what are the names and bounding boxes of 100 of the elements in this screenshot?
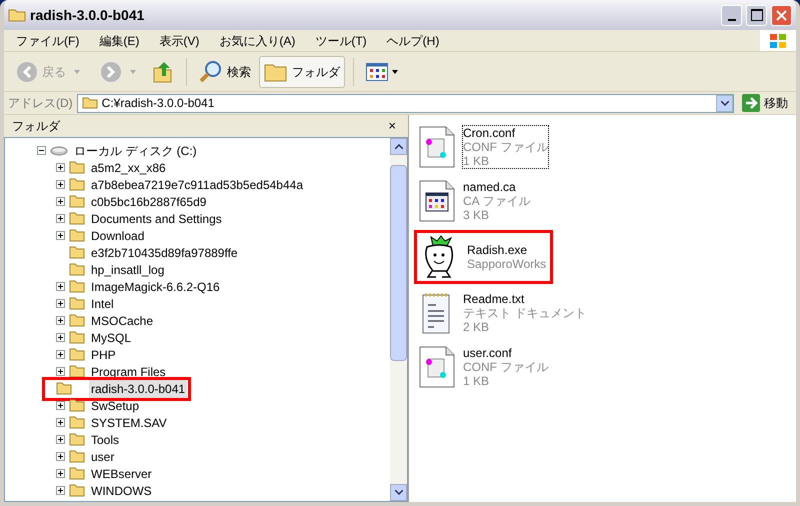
plus-icon bbox=[58, 165, 63, 170]
file-name[interactable]: user.conf bbox=[463, 346, 548, 360]
expand-button[interactable] bbox=[56, 180, 65, 189]
go-button[interactable]: 移動 bbox=[738, 94, 792, 112]
tree-item[interactable]: e3f2b710435d89fa97889ffe bbox=[89, 244, 240, 262]
file-size: 2 KB bbox=[463, 320, 490, 334]
tree-item[interactable]: Download bbox=[89, 226, 146, 244]
tree-item[interactable]: Documents and Settings bbox=[89, 210, 224, 228]
close-icon bbox=[776, 10, 787, 20]
scroll-thumb[interactable] bbox=[390, 165, 407, 361]
expand-button[interactable] bbox=[56, 299, 65, 308]
scroll-down-button[interactable] bbox=[390, 484, 407, 501]
expand-button[interactable] bbox=[56, 418, 65, 427]
file-name[interactable]: Radish.exe bbox=[467, 243, 546, 257]
folder-icon bbox=[69, 467, 85, 480]
plus-icon bbox=[58, 488, 63, 493]
tree-item[interactable]: Tools bbox=[89, 430, 122, 448]
file-name[interactable]: Readme.txt bbox=[463, 292, 586, 306]
tree-item[interactable]: user bbox=[89, 448, 116, 466]
chevron-up-icon bbox=[394, 144, 402, 149]
tree-item[interactable]: hp_insatll_log bbox=[89, 260, 166, 278]
expand-button[interactable] bbox=[56, 231, 65, 240]
search-button[interactable]: 検索 bbox=[195, 56, 255, 88]
plus-icon bbox=[58, 216, 63, 221]
menu-item[interactable]: ファイル(F) bbox=[12, 32, 84, 50]
expand-button[interactable] bbox=[56, 197, 65, 206]
folder-icon bbox=[8, 8, 26, 22]
tree-item[interactable]: ローカル ディスク (C:) bbox=[72, 142, 199, 160]
tree-item[interactable]: WINDOWS bbox=[89, 482, 154, 500]
expand-button[interactable] bbox=[56, 214, 65, 223]
plus-icon bbox=[58, 233, 63, 238]
file-type: SapporoWorks bbox=[467, 257, 546, 271]
tree-item[interactable]: MSOCache bbox=[89, 312, 156, 330]
expand-button[interactable] bbox=[56, 350, 65, 359]
collapse-button[interactable] bbox=[37, 146, 46, 155]
chevron-down-icon bbox=[720, 100, 728, 106]
expand-button[interactable] bbox=[56, 282, 65, 291]
folder-icon bbox=[69, 246, 85, 259]
expand-button[interactable] bbox=[56, 435, 65, 444]
expand-button[interactable] bbox=[56, 367, 65, 376]
magnifier-icon bbox=[199, 60, 223, 84]
folder-icon bbox=[69, 195, 85, 208]
address-field[interactable]: C:¥radish-3.0.0-b041 bbox=[76, 94, 734, 112]
menu-item[interactable]: ヘルプ(H) bbox=[382, 32, 444, 50]
plus-icon bbox=[58, 182, 63, 187]
tree-item[interactable]: SwSetup bbox=[89, 396, 142, 414]
folder-icon bbox=[82, 97, 98, 109]
plus-icon bbox=[58, 301, 63, 306]
maximize-button[interactable] bbox=[746, 4, 767, 26]
pane-title: フォルダ bbox=[12, 118, 60, 135]
folder-icon bbox=[69, 280, 85, 293]
file-size: 3 KB bbox=[463, 208, 490, 222]
plus-icon bbox=[58, 403, 63, 408]
tree-item[interactable]: WEBserver bbox=[89, 464, 154, 482]
minus-icon bbox=[39, 148, 44, 153]
expand-button[interactable] bbox=[56, 486, 65, 495]
expand-button[interactable] bbox=[56, 401, 65, 410]
folder-icon bbox=[69, 450, 85, 463]
file-name[interactable]: named.ca bbox=[463, 180, 530, 194]
folders-button[interactable]: フォルダ bbox=[259, 56, 345, 88]
dropdown-arrow-icon bbox=[130, 70, 136, 74]
tree-item[interactable]: radish-3.0.0-b041 bbox=[89, 380, 188, 398]
tree-item[interactable]: MySQL bbox=[89, 328, 134, 346]
plus-icon bbox=[58, 369, 63, 374]
tree-item[interactable]: a7b8ebea7219e7c911ad53b5ed54b44a bbox=[89, 176, 305, 194]
menu-item[interactable]: 編集(E) bbox=[95, 32, 144, 50]
folder-icon bbox=[69, 161, 85, 174]
window-title: radish-3.0.0-b041 bbox=[30, 6, 144, 24]
folder-icon bbox=[69, 229, 85, 242]
close-button[interactable]: × bbox=[384, 116, 400, 136]
expand-button[interactable] bbox=[56, 333, 65, 342]
expand-button[interactable] bbox=[56, 316, 65, 325]
menu-item[interactable]: お気に入り(A) bbox=[215, 32, 300, 50]
document-icon bbox=[417, 179, 457, 223]
expand-button[interactable] bbox=[56, 163, 65, 172]
dropdown-button[interactable] bbox=[716, 94, 733, 112]
file-size: 1 KB bbox=[463, 154, 490, 168]
tree-item[interactable]: ImageMagick-6.6.2-Q16 bbox=[89, 278, 222, 296]
folder-icon bbox=[69, 365, 85, 378]
address-label: アドレス(D) bbox=[8, 95, 73, 112]
file-type: テキスト ドキュメント bbox=[463, 306, 586, 320]
expand-button[interactable] bbox=[56, 452, 65, 461]
file-type: CA ファイル bbox=[463, 194, 530, 208]
minimize-button[interactable] bbox=[721, 4, 742, 26]
tree-item[interactable]: SYSTEM.SAV bbox=[89, 414, 169, 432]
file-name[interactable]: Cron.conf bbox=[463, 126, 548, 140]
scroll-up-button[interactable] bbox=[390, 138, 407, 155]
tree-item[interactable]: c0b5bc16b2887f65d9 bbox=[89, 192, 208, 210]
menu-item[interactable]: ツール(T) bbox=[311, 32, 371, 50]
tree-item[interactable]: a5m2_xx_x86 bbox=[89, 158, 168, 176]
document-icon bbox=[417, 345, 457, 389]
tree-item[interactable]: Intel bbox=[89, 294, 116, 312]
expand-button[interactable] bbox=[56, 469, 65, 478]
tree-item[interactable]: Program Files bbox=[89, 362, 168, 380]
folder-icon bbox=[69, 433, 85, 446]
plus-icon bbox=[58, 420, 63, 425]
menu-item[interactable]: 表示(V) bbox=[155, 32, 204, 50]
close-button[interactable] bbox=[771, 4, 792, 26]
folder-icon bbox=[69, 399, 85, 412]
tree-item[interactable]: PHP bbox=[89, 346, 118, 364]
